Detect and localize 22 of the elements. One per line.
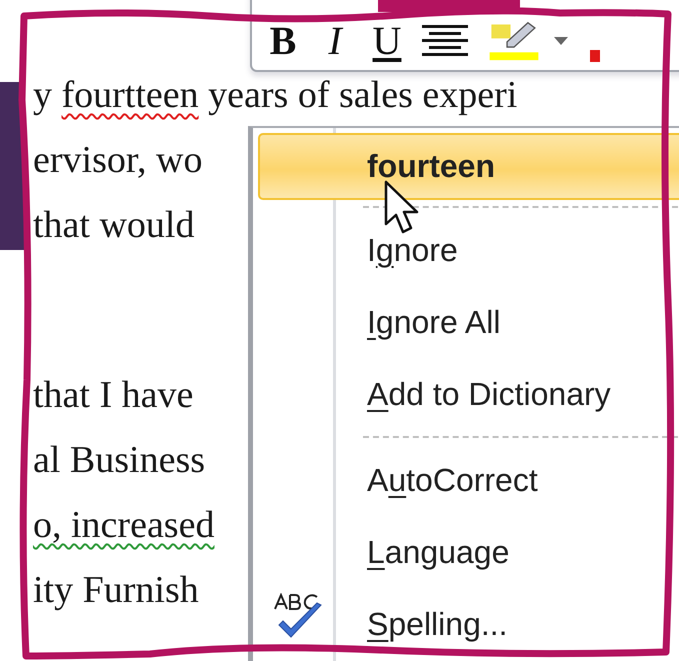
menu-item[interactable]: Ignore All (258, 286, 679, 358)
menu-item[interactable]: Language (258, 516, 679, 588)
suggestion-menu-item[interactable]: fourteen (258, 133, 679, 200)
document-text-line: y fourtteen years of sales experi (33, 73, 518, 118)
menu-item[interactable]: Add to Dictionary (258, 358, 679, 430)
underline-button[interactable]: U (370, 19, 404, 63)
menu-item[interactable]: Spelling... (258, 588, 679, 660)
align-center-button[interactable] (422, 23, 468, 59)
document-text-line: ervisor, wo (33, 138, 202, 183)
menu-item[interactable]: Ignore (258, 214, 679, 286)
font-color-icon[interactable] (590, 50, 600, 62)
document-text-line: that would (33, 203, 194, 248)
menu-item[interactable]: AutoCorrect (258, 444, 679, 516)
dropdown-button[interactable] (554, 37, 568, 45)
align-center-icon (422, 23, 468, 59)
italic-button[interactable]: I (318, 19, 352, 63)
document-text-line: that I have (33, 373, 194, 418)
document-text-line: ity Furnish (33, 568, 199, 613)
document-text-line: o, increased (33, 503, 214, 548)
caret-icon (554, 37, 568, 45)
document-text-line: al Business (33, 438, 206, 483)
bold-button[interactable]: B (266, 19, 300, 63)
